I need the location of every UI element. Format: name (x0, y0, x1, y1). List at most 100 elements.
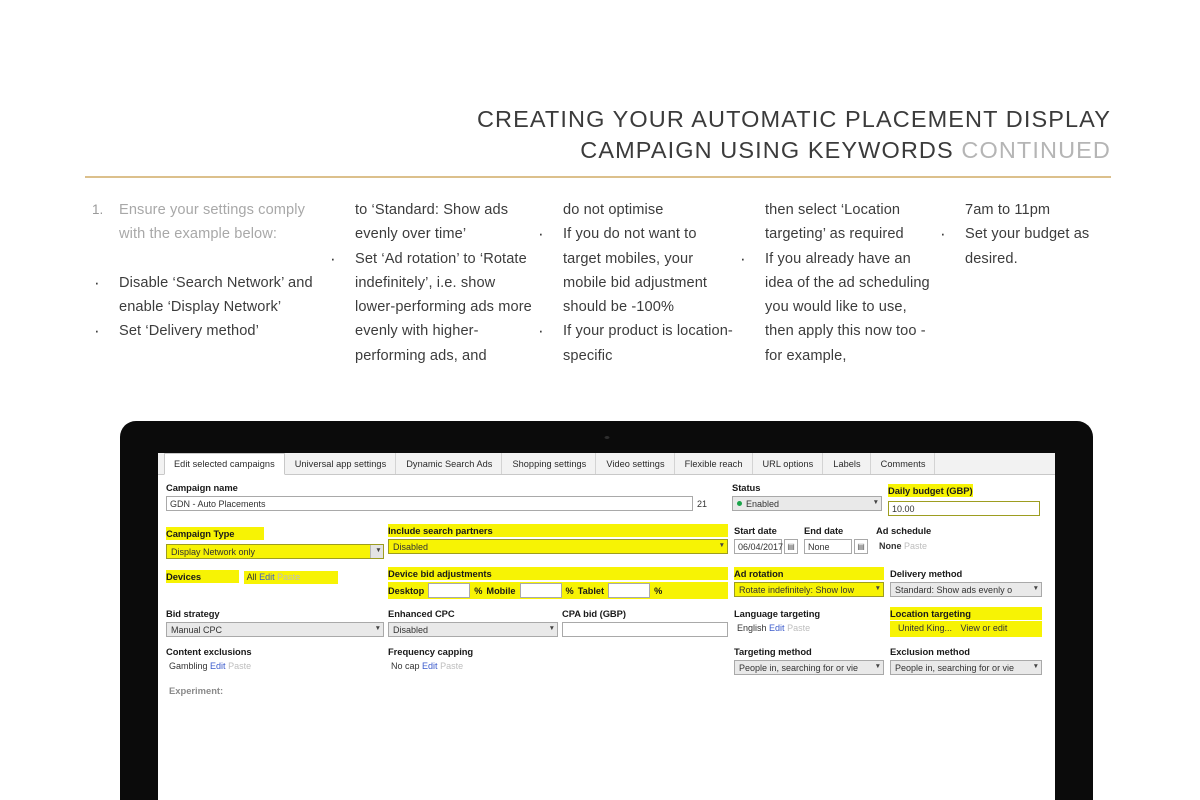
chevron-down-icon: ▼ (874, 585, 881, 593)
body-column-3: do not optimise · If you do not want to t… (536, 198, 738, 368)
targeting-method-select[interactable]: People in, searching for or vie ▼ (734, 660, 884, 675)
bid-strategy-select[interactable]: Manual CPC ▼ (166, 622, 384, 637)
title-main: CAMPAIGN USING KEYWORDS (580, 137, 954, 163)
end-date-group: End date None ▤ (804, 524, 868, 559)
tab-video-settings[interactable]: Video settings (596, 453, 675, 474)
list-marker: 1. (92, 202, 104, 217)
paragraph-text: to ‘Standard: Show ads evenly over time’ (355, 202, 509, 243)
calendar-icon[interactable]: ▤ (784, 539, 798, 554)
language-targeting-paste-link[interactable]: Paste (787, 623, 810, 633)
devices-all-value: All (246, 572, 257, 582)
targeting-method-label: Targeting method (734, 646, 812, 657)
frequency-capping-paste-link[interactable]: Paste (440, 661, 463, 671)
content-exclusions-value: Gambling (169, 661, 208, 671)
body-columns: 1. Ensure your settings comply with the e… (92, 198, 1112, 368)
content-exclusions-paste-link[interactable]: Paste (228, 661, 251, 671)
tablet-bid-input[interactable] (608, 583, 651, 598)
paragraph-text: then select ‘Location targeting’ as requ… (765, 202, 904, 243)
chevron-down-icon: ▼ (872, 499, 879, 507)
exclusion-method-select[interactable]: People in, searching for or vie ▼ (890, 660, 1042, 675)
tab-shopping-settings[interactable]: Shopping settings (502, 453, 597, 474)
status-label: Status (732, 482, 761, 493)
end-date-input[interactable]: None (804, 539, 852, 554)
ad-schedule-group: Ad schedule None Paste (876, 524, 976, 559)
tab-comments[interactable]: Comments (871, 453, 936, 474)
mobile-bid-input[interactable] (519, 583, 562, 598)
title-line-1: CREATING YOUR AUTOMATIC PLACEMENT DISPLA… (476, 106, 1111, 132)
delivery-method-group: Delivery method Standard: Show ads evenl… (890, 567, 1042, 599)
list-marker: · (94, 321, 100, 341)
slide-page: CREATING YOUR AUTOMATIC PLACEMENT DISPLA… (0, 0, 1200, 800)
chevron-down-icon: ▼ (874, 663, 881, 671)
daily-budget-value: 10.00 (892, 503, 915, 514)
start-date-input[interactable]: 06/04/2017 (734, 539, 783, 554)
paragraph: do not optimise (536, 198, 738, 222)
tab-universal-app-settings[interactable]: Universal app settings (285, 453, 397, 474)
paragraph: · Set ‘Delivery method’ (92, 319, 328, 343)
paragraph: · If you already have an idea of the ad s… (738, 247, 938, 368)
page-title: CREATING YOUR AUTOMATIC PLACEMENT DISPLA… (85, 104, 1111, 166)
delivery-method-value: Standard: Show ads evenly o (895, 584, 1013, 595)
language-targeting-group: Language targeting English Edit Paste (734, 607, 884, 637)
tab-dynamic-search-ads[interactable]: Dynamic Search Ads (396, 453, 503, 474)
chevron-down-icon: ▼ (374, 625, 381, 633)
devices-group: Devices All Edit Paste (166, 567, 384, 599)
content-exclusions-label: Content exclusions (166, 646, 252, 657)
frequency-capping-label: Frequency capping (388, 646, 474, 657)
tab-flexible-reach[interactable]: Flexible reach (675, 453, 753, 474)
tab-label: Edit selected campaigns (174, 459, 275, 469)
tab-labels[interactable]: Labels (823, 453, 871, 474)
daily-budget-input[interactable]: 10.00 (888, 501, 1040, 516)
status-value: Enabled (746, 498, 780, 509)
language-targeting-label: Language targeting (734, 608, 821, 619)
end-date-value: None (808, 541, 830, 552)
desktop-bid-input[interactable] (428, 583, 471, 598)
exclusion-method-group: Exclusion method People in, searching fo… (890, 645, 1042, 675)
location-targeting-view-or-edit-link[interactable]: View or edit (961, 623, 1008, 633)
chevron-down-icon: ▼ (1032, 585, 1039, 593)
tab-url-options[interactable]: URL options (753, 453, 824, 474)
tab-label: Labels (833, 458, 861, 469)
delivery-method-select[interactable]: Standard: Show ads evenly o ▼ (890, 582, 1042, 597)
campaign-type-select[interactable]: Display Network only ▼ (166, 544, 384, 559)
include-search-partners-group: Include search partners Disabled ▼ (388, 524, 728, 559)
list-marker: · (940, 224, 946, 244)
devices-label: Devices (166, 570, 240, 583)
paragraph-text: Disable ‘Search Network’ and enable ‘Dis… (119, 274, 313, 315)
frequency-capping-edit-link[interactable]: Edit (422, 661, 438, 671)
delivery-method-label: Delivery method (890, 568, 963, 579)
cpa-bid-input[interactable] (562, 622, 728, 637)
ad-rotation-select[interactable]: Rotate indefinitely: Show low ▼ (734, 582, 884, 597)
calendar-icon[interactable]: ▤ (854, 539, 868, 554)
paragraph: · If your product is location-specific (536, 319, 738, 368)
campaign-name-input[interactable]: GDN - Auto Placements (166, 496, 693, 511)
paragraph: · Disable ‘Search Network’ and enable ‘Di… (92, 271, 328, 320)
chevron-down-icon[interactable]: ▼ (370, 545, 383, 558)
enhanced-cpc-label: Enhanced CPC (388, 608, 455, 619)
targeting-method-group: Targeting method People in, searching fo… (734, 645, 884, 675)
ad-schedule-paste-link[interactable]: Paste (904, 541, 927, 551)
devices-paste-link[interactable]: Paste (277, 572, 300, 582)
end-date-label: End date (804, 525, 844, 536)
ad-rotation-group: Ad rotation Rotate indefinitely: Show lo… (734, 567, 884, 599)
devices-edit-link[interactable]: Edit (259, 572, 275, 582)
enhanced-cpc-select[interactable]: Disabled ▼ (388, 622, 558, 637)
targeting-method-value: People in, searching for or vie (739, 662, 859, 673)
tablet-unit: % (654, 585, 663, 596)
status-select[interactable]: Enabled ▼ (732, 496, 882, 511)
exclusion-method-label: Exclusion method (890, 646, 970, 657)
paragraph: 7am to 11pm (938, 198, 1112, 222)
language-targeting-edit-link[interactable]: Edit (769, 623, 785, 633)
campaign-type-value: Display Network only (171, 546, 256, 557)
camera-icon (604, 436, 609, 439)
campaign-name-group: Campaign name GDN - Auto Placements 21 (166, 481, 726, 516)
exclusion-method-value: People in, searching for or vie (895, 662, 1015, 673)
tab-edit-selected-campaigns[interactable]: Edit selected campaigns (164, 453, 285, 475)
include-search-partners-select[interactable]: Disabled ▼ (388, 539, 728, 554)
content-exclusions-edit-link[interactable]: Edit (210, 661, 226, 671)
tab-label: URL options (762, 458, 814, 469)
form-row-4: Bid strategy Manual CPC ▼ Enhanced CPC D… (166, 607, 1045, 637)
list-marker: · (740, 248, 746, 268)
laptop-mockup: Edit selected campaigns Universal app se… (120, 421, 1093, 800)
